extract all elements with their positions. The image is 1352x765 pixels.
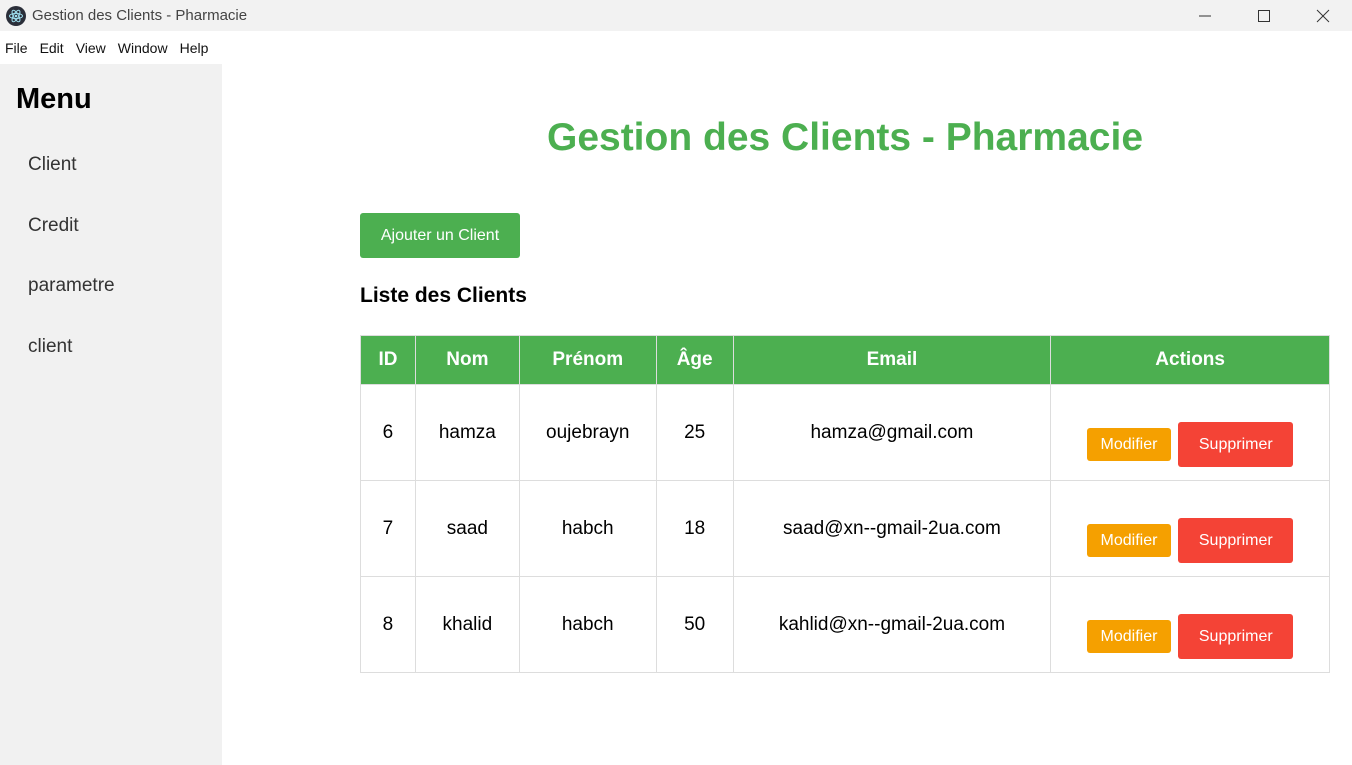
sidebar-title: Menu xyxy=(16,83,92,115)
cell-prenom: habch xyxy=(518,480,657,577)
modify-button[interactable]: Modifier xyxy=(1087,428,1171,461)
close-icon xyxy=(1316,9,1329,22)
window-title: Gestion des Clients - Pharmacie xyxy=(32,7,248,24)
delete-button[interactable]: Supprimer xyxy=(1178,614,1294,659)
cell-actions: Modifier Supprimer xyxy=(1050,576,1330,673)
close-button[interactable] xyxy=(1293,0,1352,31)
cell-age: 25 xyxy=(655,384,734,481)
sidebar-item-client[interactable]: Client xyxy=(28,154,77,176)
table-row: 7 saad habch 18 saad@xn--gmail-2ua.com M… xyxy=(360,480,1330,577)
clients-table: ID Nom Prénom Âge Email Actions 6 hamza … xyxy=(360,335,1330,673)
menu-window[interactable]: Window xyxy=(113,40,175,56)
header-nom: Nom xyxy=(414,335,520,385)
header-email: Email xyxy=(732,335,1052,385)
sidebar: Menu Client Credit parametre client xyxy=(0,64,222,765)
cell-nom: saad xyxy=(414,480,520,577)
app-icon xyxy=(6,5,26,26)
modify-button[interactable]: Modifier xyxy=(1087,524,1171,557)
cell-prenom: habch xyxy=(518,576,657,673)
cell-actions: Modifier Supprimer xyxy=(1050,384,1330,481)
menu-file[interactable]: File xyxy=(0,40,35,56)
cell-nom: khalid xyxy=(414,576,520,673)
minimize-button[interactable] xyxy=(1175,0,1234,31)
table-header-row: ID Nom Prénom Âge Email Actions xyxy=(360,335,1330,385)
cell-id: 7 xyxy=(360,480,416,577)
cell-id: 6 xyxy=(360,384,416,481)
cell-id: 8 xyxy=(360,576,416,673)
header-prenom: Prénom xyxy=(518,335,657,385)
modify-button[interactable]: Modifier xyxy=(1087,620,1171,653)
table-row: 6 hamza oujebrayn 25 hamza@gmail.com Mod… xyxy=(360,384,1330,481)
menu-edit[interactable]: Edit xyxy=(35,40,71,56)
table-row: 8 khalid habch 50 kahlid@xn--gmail-2ua.c… xyxy=(360,576,1330,673)
cell-age: 50 xyxy=(655,576,734,673)
delete-button[interactable]: Supprimer xyxy=(1178,422,1294,467)
maximize-button[interactable] xyxy=(1234,0,1293,31)
add-client-button[interactable]: Ajouter un Client xyxy=(360,213,520,258)
cell-nom: hamza xyxy=(414,384,520,481)
header-actions: Actions xyxy=(1050,335,1330,385)
sidebar-item-client-2[interactable]: client xyxy=(28,336,72,358)
minimize-icon xyxy=(1198,15,1211,16)
menu-view[interactable]: View xyxy=(71,40,113,56)
cell-age: 18 xyxy=(655,480,734,577)
header-age: Âge xyxy=(655,335,734,385)
title-bar: Gestion des Clients - Pharmacie xyxy=(0,0,1352,31)
delete-button[interactable]: Supprimer xyxy=(1178,518,1294,563)
cell-prenom: oujebrayn xyxy=(518,384,657,481)
maximize-icon xyxy=(1257,9,1270,22)
cell-email: saad@xn--gmail-2ua.com xyxy=(732,480,1052,577)
menu-bar: File Edit View Window Help xyxy=(0,31,1352,64)
sidebar-item-parametre[interactable]: parametre xyxy=(28,275,115,297)
list-title: Liste des Clients xyxy=(360,284,527,307)
cell-actions: Modifier Supprimer xyxy=(1050,480,1330,577)
cell-email: hamza@gmail.com xyxy=(732,384,1052,481)
cell-email: kahlid@xn--gmail-2ua.com xyxy=(732,576,1052,673)
page-title: Gestion des Clients - Pharmacie xyxy=(546,116,1144,159)
sidebar-item-credit[interactable]: Credit xyxy=(28,215,79,237)
header-id: ID xyxy=(360,335,416,385)
menu-help[interactable]: Help xyxy=(175,40,216,56)
